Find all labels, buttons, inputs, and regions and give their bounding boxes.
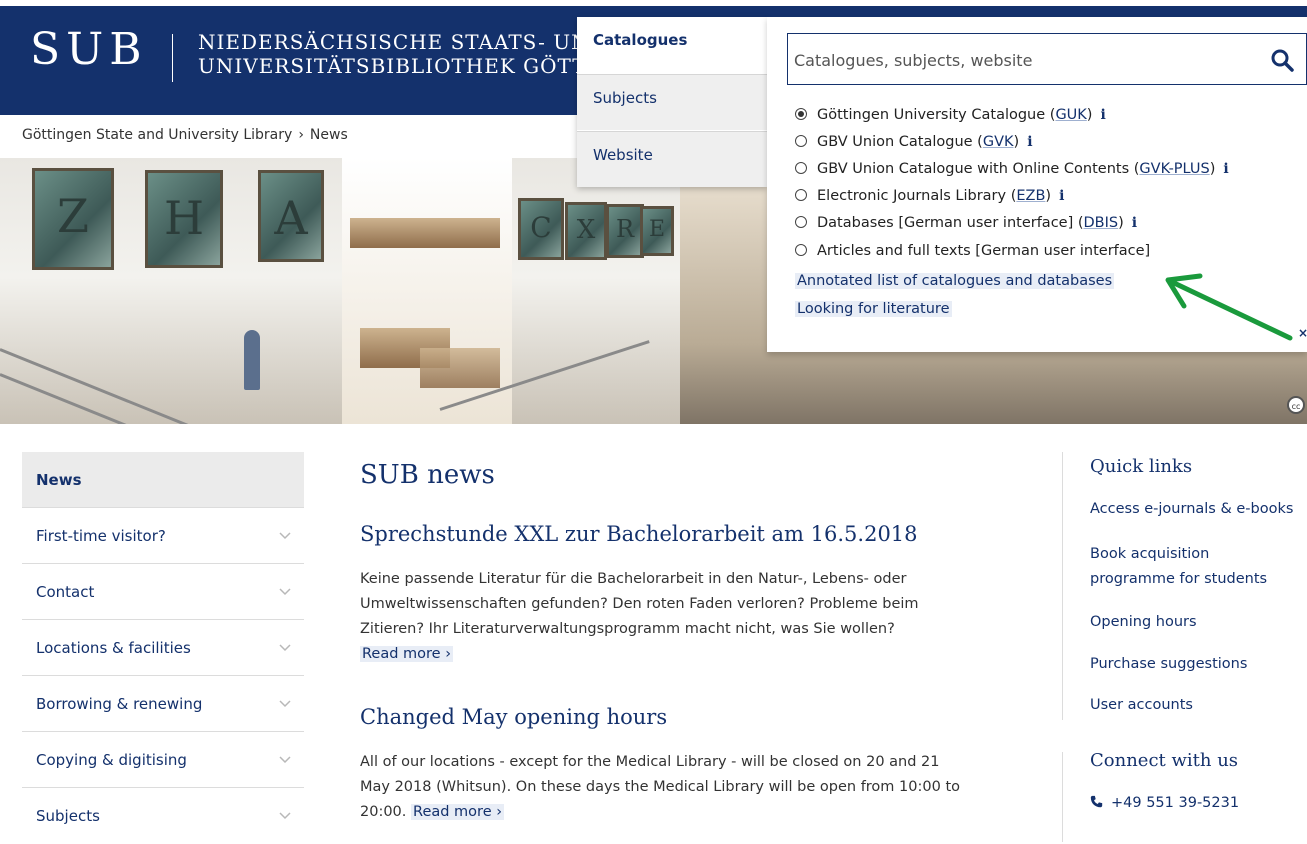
search-type-tabs: Catalogues Subjects Website [577,17,767,187]
right-column-divider [1062,752,1063,842]
chevron-down-icon[interactable] [278,564,292,620]
quick-link-book-acquisition-2[interactable]: programme for students [1090,567,1267,592]
search-icon[interactable] [1270,48,1294,72]
annotated-list-link[interactable]: Annotated list of catalogues and databas… [795,273,1115,289]
sidebar-item-contact[interactable]: Contact [22,564,304,620]
breadcrumb-separator: › [298,127,304,143]
connect-title: Connect with us [1090,750,1239,771]
catalogue-option-dbis[interactable]: Databases [German user interface] (DBIS)… [795,215,1137,231]
phone-icon [1090,795,1103,808]
read-more-link[interactable]: Read more › [411,804,505,820]
hero-tile: H [145,170,223,268]
cc-license-icon[interactable]: cc [1287,396,1305,414]
hero-shelves [350,218,500,248]
article-title[interactable]: Changed May opening hours [360,705,667,729]
quick-link-book-acquisition[interactable]: Book acquisition [1090,542,1209,567]
chevron-down-icon[interactable] [278,732,292,788]
logo-divider [172,34,173,82]
hero-tile: C [518,198,564,260]
tab-website[interactable]: Website [577,131,767,187]
sidebar-item-first-time-visitor[interactable]: First-time visitor? [22,508,304,564]
quick-link-e-journals[interactable]: Access e-journals & e-books [1090,497,1293,522]
catalogue-option-ezb[interactable]: Electronic Journals Library (EZB) i [795,188,1064,204]
hero-tile: A [258,170,324,262]
hero-tile: R [606,204,644,258]
quick-links-title: Quick links [1090,456,1193,477]
catalogue-option-gvk[interactable]: GBV Union Catalogue (GVK) i [795,134,1033,150]
search-box [787,33,1307,85]
looking-for-literature-link[interactable]: Looking for literature [795,301,952,317]
radio-icon[interactable] [795,135,807,147]
sidebar-item-locations[interactable]: Locations & facilities [22,620,304,676]
green-arrow-annotation [1165,273,1293,341]
read-more-link[interactable]: Read more › [360,646,454,662]
tab-catalogues[interactable]: Catalogues [577,17,767,73]
quick-link-user-accounts[interactable]: User accounts [1090,693,1193,718]
search-input[interactable] [792,46,1236,74]
chevron-down-icon[interactable] [278,676,292,732]
sub-logo[interactable]: SUB [30,24,148,75]
hero-tile: Z [32,168,114,270]
radio-icon[interactable] [795,162,807,174]
catalogue-option-guk[interactable]: Göttingen University Catalogue (GUK) i [795,107,1106,123]
radio-selected-icon[interactable] [795,108,807,120]
article-title[interactable]: Sprechstunde XXL zur Bachelorarbeit am 1… [360,522,918,546]
hero-stair-rail [0,373,214,424]
radio-icon[interactable] [795,244,807,256]
catalogue-option-articles[interactable]: Articles and full texts [German user int… [795,243,1150,259]
sidebar-item-news[interactable]: News [22,452,304,508]
hero-tile: E [640,206,674,256]
info-icon[interactable]: i [1027,134,1032,150]
right-column-divider [1062,452,1063,720]
page-title: SUB news [360,460,495,490]
institution-line-1: NIEDERSÄCHSISCHE STAATS- UND [198,30,578,54]
catalogue-option-gvk-plus[interactable]: GBV Union Catalogue with Online Contents… [795,161,1229,177]
breadcrumb-home[interactable]: Göttingen State and University Library [22,127,292,143]
article-body: All of our locations - except for the Me… [360,754,960,820]
info-icon[interactable]: i [1100,107,1105,123]
tab-subjects[interactable]: Subjects [577,74,767,130]
info-icon[interactable]: i [1132,215,1137,231]
sidebar-item-borrowing[interactable]: Borrowing & renewing [22,676,304,732]
breadcrumb-current: News [309,127,348,143]
institution-line-2: UNIVERSITÄTSBIBLIOTHEK GÖTTINGEN [198,54,578,78]
breadcrumb: Göttingen State and University Library › N… [22,127,348,143]
hero-shelves [420,348,500,388]
quick-link-purchase-suggestions[interactable]: Purchase suggestions [1090,652,1247,677]
institution-name[interactable]: NIEDERSÄCHSISCHE STAATS- UND UNIVERSITÄT… [198,30,578,78]
info-icon[interactable]: i [1223,161,1228,177]
sidebar-item-subjects[interactable]: Subjects [22,788,304,844]
phone-contact[interactable]: +49 551 39-5231 [1090,795,1239,811]
article-body: Keine passende Literatur für die Bachelo… [360,571,919,662]
sidebar-item-copying[interactable]: Copying & digitising [22,732,304,788]
hero-person [244,330,260,390]
radio-icon[interactable] [795,216,807,228]
header-top-strip [0,0,1307,6]
chevron-down-icon[interactable] [278,508,292,564]
info-icon[interactable]: i [1059,188,1064,204]
chevron-down-icon[interactable] [278,620,292,676]
chevron-down-icon[interactable] [278,788,292,844]
radio-icon[interactable] [795,189,807,201]
close-icon[interactable]: × [1298,326,1307,340]
hero-tile: X [565,202,607,260]
quick-link-opening-hours[interactable]: Opening hours [1090,610,1197,635]
